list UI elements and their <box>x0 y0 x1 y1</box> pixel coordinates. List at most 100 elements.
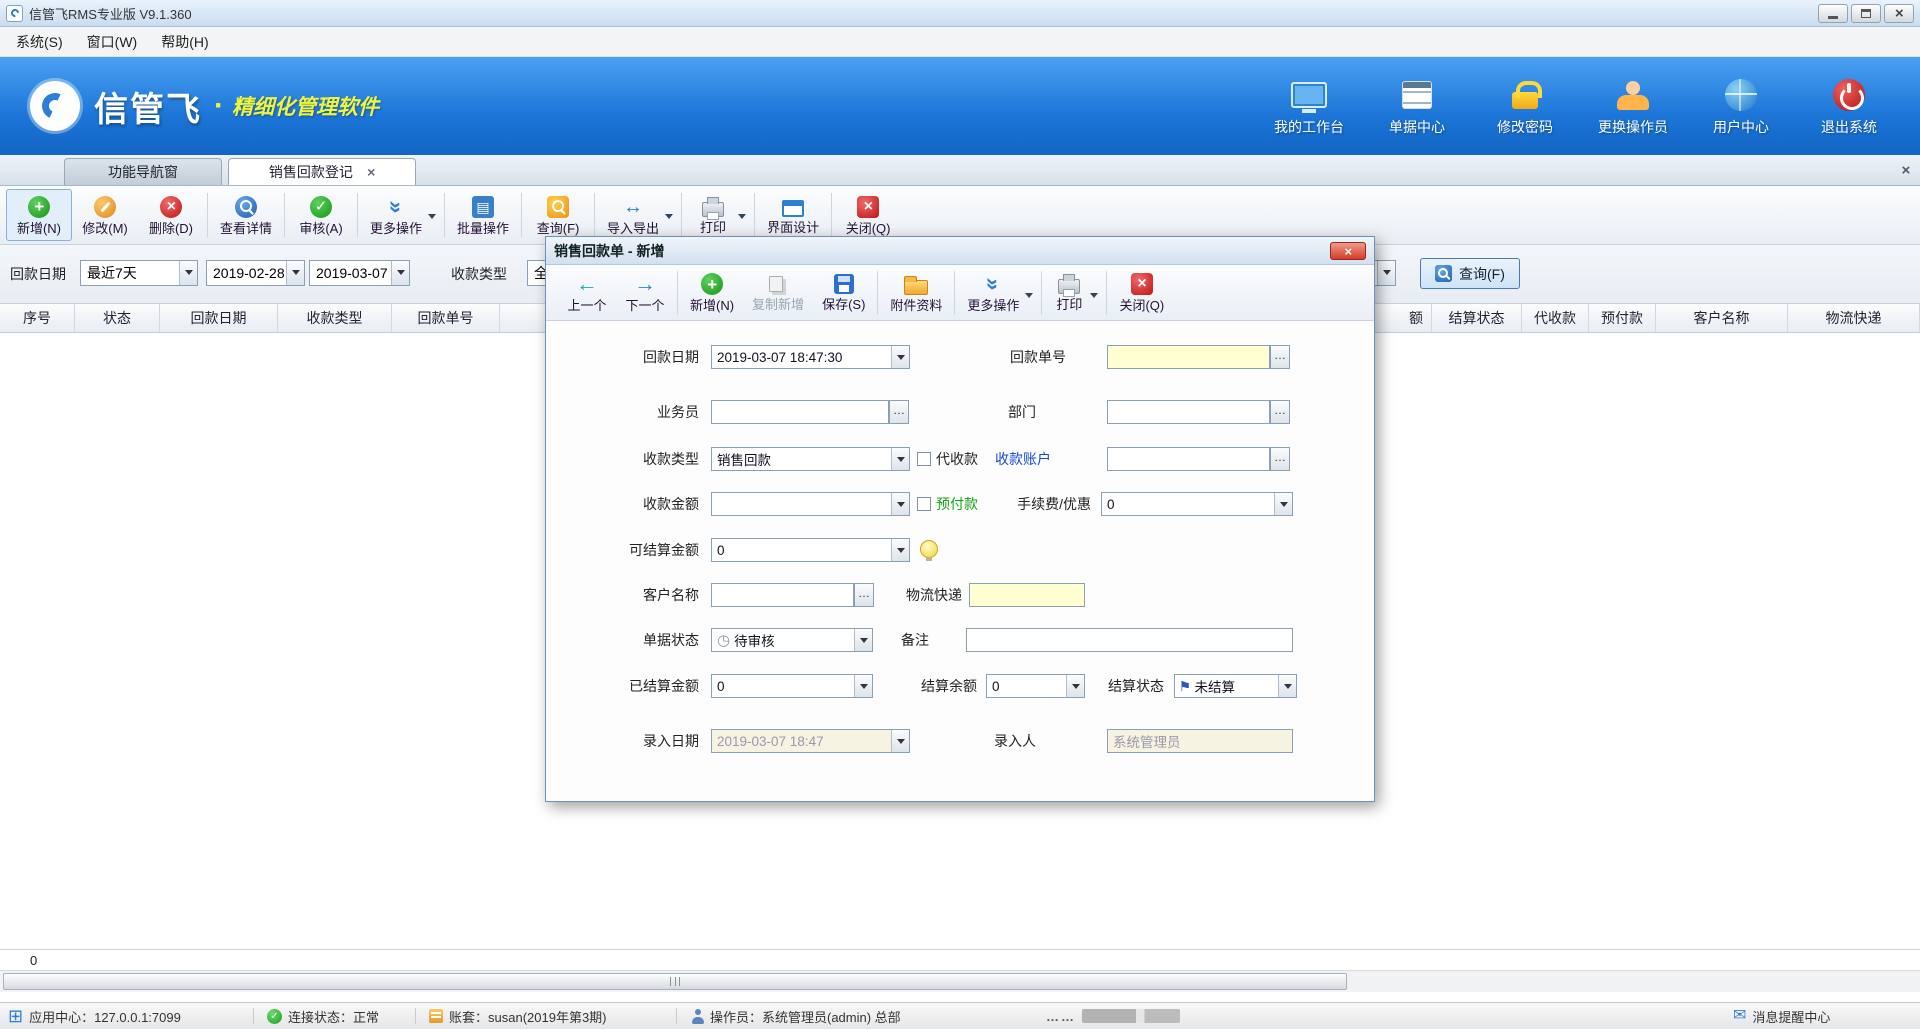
salesman-input[interactable] <box>711 400 889 424</box>
tabbar-close-icon[interactable] <box>1901 162 1910 180</box>
chevron-down-icon[interactable] <box>1066 675 1084 697</box>
next-record-button[interactable]: 下一个 <box>616 268 674 318</box>
department-label: 部门 <box>966 400 1036 424</box>
dialog-close-button[interactable] <box>1330 242 1366 260</box>
dialog-print-button[interactable]: 打印 <box>1045 268 1103 318</box>
payment-date-select[interactable]: 2019-03-07 18:47:30 <box>711 345 910 369</box>
dialog-add-button[interactable]: 新增(N) <box>681 268 743 318</box>
chevron-down-icon[interactable] <box>854 629 872 651</box>
chevron-down-icon[interactable] <box>286 261 304 285</box>
close-button[interactable] <box>1884 4 1914 23</box>
chevron-down-icon[interactable] <box>738 214 746 223</box>
department-picker-button[interactable] <box>1270 400 1290 424</box>
banner-action-doc-center[interactable]: 单据中心 <box>1374 75 1460 137</box>
chevron-down-icon[interactable] <box>1025 293 1033 302</box>
customer-picker-button[interactable] <box>854 583 874 607</box>
more-actions-button[interactable]: 更多操作 <box>361 189 441 241</box>
receipt-no-picker-button[interactable] <box>1270 345 1290 369</box>
date-to-select[interactable]: 2019-03-07 <box>309 260 410 286</box>
receipt-no-input[interactable] <box>1107 345 1270 369</box>
chevron-down-icon[interactable] <box>665 214 673 223</box>
tab-close-icon[interactable] <box>367 164 375 180</box>
chevron-down-icon[interactable] <box>891 448 909 470</box>
settle-status-select[interactable]: 未结算 <box>1174 674 1297 698</box>
chevron-down-icon[interactable] <box>1278 675 1296 697</box>
receipt-account-link[interactable]: 收款账户 <box>995 447 1051 471</box>
tab-sales-receipt[interactable]: 销售回款登记 <box>228 158 416 185</box>
date-range-select[interactable]: 最近7天 <box>80 260 198 286</box>
customer-name-input[interactable] <box>711 583 854 607</box>
banner-action-user-center[interactable]: 用户中心 <box>1698 75 1784 137</box>
column-header[interactable]: 客户名称 <box>1656 304 1788 332</box>
query-toolbar-button[interactable]: 查询(F) <box>525 189 591 241</box>
settle-balance-input[interactable]: 0 <box>986 674 1085 698</box>
banner-action-exit[interactable]: 退出系统 <box>1806 75 1892 137</box>
logistics-input[interactable] <box>969 583 1085 607</box>
column-header[interactable]: 物流快递 <box>1788 304 1920 332</box>
remark-input[interactable] <box>966 628 1293 652</box>
dialog-close-toolbar-button[interactable]: 关闭(Q) <box>1110 268 1173 318</box>
agency-checkbox[interactable]: 代收款 <box>917 447 978 471</box>
column-header[interactable]: 回款日期 <box>160 304 278 332</box>
column-header[interactable]: 代收款 <box>1522 304 1589 332</box>
column-header[interactable]: 预付款 <box>1589 304 1656 332</box>
menu-help[interactable]: 帮助(H) <box>149 28 220 56</box>
banner-action-workbench[interactable]: 我的工作台 <box>1266 75 1352 137</box>
query-button[interactable]: 查询(F) <box>1420 258 1520 289</box>
close-tab-button[interactable]: 关闭(Q) <box>835 189 901 241</box>
chevron-down-icon[interactable] <box>1274 493 1292 515</box>
hint-bulb-icon[interactable] <box>920 540 938 558</box>
chevron-down-icon[interactable] <box>891 493 909 515</box>
settled-amount-input[interactable]: 0 <box>711 674 873 698</box>
column-header[interactable]: 序号 <box>0 304 75 332</box>
scrollbar-thumb[interactable] <box>3 973 1347 990</box>
column-header[interactable]: 收款类型 <box>278 304 392 332</box>
minimize-button[interactable] <box>1818 4 1848 23</box>
message-center[interactable]: 消息提醒中心 <box>1733 1003 1830 1029</box>
prepaid-checkbox[interactable]: 预付款 <box>917 492 978 516</box>
date-from-select[interactable]: 2019-02-28 <box>206 260 305 286</box>
receipt-amount-input[interactable] <box>711 492 910 516</box>
copy-add-button[interactable]: 复制新增 <box>743 268 813 318</box>
attachments-button[interactable]: 附件资料 <box>881 268 951 318</box>
menu-system[interactable]: 系统(S) <box>4 28 75 56</box>
add-button[interactable]: 新增(N) <box>6 189 72 241</box>
chevron-down-icon[interactable] <box>179 261 197 285</box>
save-button[interactable]: 保存(S) <box>813 268 874 318</box>
chevron-down-icon[interactable] <box>391 261 409 285</box>
audit-button[interactable]: 审核(A) <box>288 189 354 241</box>
delete-button[interactable]: 删除(D) <box>138 189 204 241</box>
department-input[interactable] <box>1107 400 1270 424</box>
fee-input[interactable]: 0 <box>1101 492 1293 516</box>
menu-window[interactable]: 窗口(W) <box>75 28 150 56</box>
column-header[interactable]: 回款单号 <box>392 304 500 332</box>
prev-record-button[interactable]: 上一个 <box>558 268 616 318</box>
maximize-button[interactable] <box>1851 4 1881 23</box>
dialog-more-actions-button[interactable]: 更多操作 <box>958 268 1038 318</box>
dialog-close-label: 关闭(Q) <box>1119 299 1164 312</box>
ui-design-button[interactable]: 界面设计 <box>758 189 828 241</box>
receipt-account-input[interactable] <box>1107 447 1270 471</box>
column-header[interactable]: 状态 <box>75 304 160 332</box>
receipt-type-dialog-select[interactable]: 销售回款 <box>711 447 910 471</box>
view-detail-button[interactable]: 查看详情 <box>211 189 281 241</box>
batch-button[interactable]: 批量操作 <box>448 189 518 241</box>
chevron-down-icon[interactable] <box>854 675 872 697</box>
settleable-amount-input[interactable]: 0 <box>711 538 910 562</box>
banner-action-switch-operator[interactable]: 更换操作员 <box>1590 75 1676 137</box>
chevron-down-icon[interactable] <box>1090 293 1098 302</box>
print-button[interactable]: 打印 <box>685 189 751 241</box>
banner-action-change-password[interactable]: 修改密码 <box>1482 75 1568 137</box>
tab-function-nav[interactable]: 功能导航窗 <box>64 158 222 185</box>
edit-button[interactable]: 修改(M) <box>72 189 138 241</box>
chevron-down-icon[interactable] <box>1377 261 1395 285</box>
receipt-account-picker-button[interactable] <box>1270 447 1290 471</box>
doc-status-select[interactable]: 待审核 <box>711 628 873 652</box>
salesman-picker-button[interactable] <box>889 400 909 424</box>
column-header[interactable]: 结算状态 <box>1432 304 1522 332</box>
import-export-button[interactable]: 导入导出 <box>598 189 678 241</box>
chevron-down-icon[interactable] <box>428 214 436 223</box>
horizontal-scrollbar[interactable] <box>0 970 1920 992</box>
chevron-down-icon[interactable] <box>891 346 909 368</box>
chevron-down-icon[interactable] <box>891 539 909 561</box>
